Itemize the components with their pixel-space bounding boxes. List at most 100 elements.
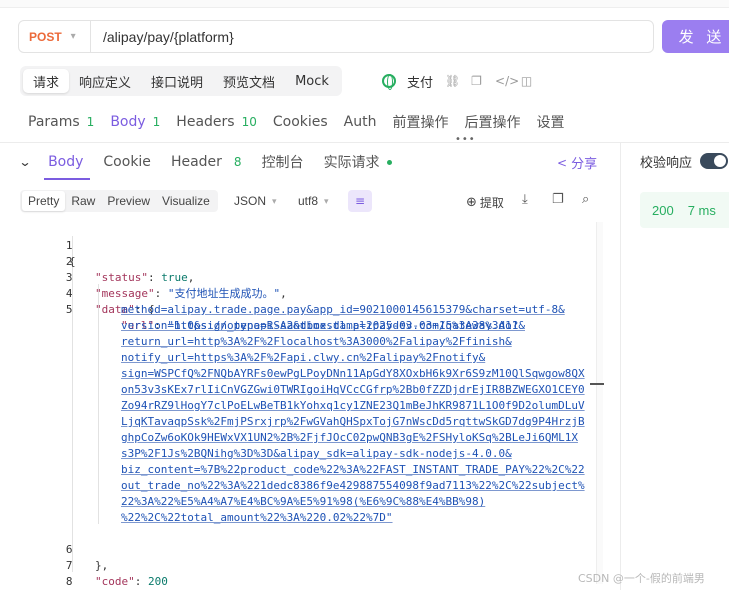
url-link[interactable]: %22%2C%22total_amount%22%3A%220.02%22%7D…	[121, 510, 393, 526]
url-link[interactable]: 22%3A%22%E5%A4%A7%E4%BC%9A%E5%91%98(%E6%…	[121, 494, 485, 510]
tab-label: 后置操作	[464, 115, 521, 131]
url-link[interactable]: version=1.0&sign_type=RSA2&timestamp=202…	[121, 318, 525, 334]
encoding-select[interactable]: utf8 ▾	[298, 194, 329, 208]
code-line: 3 "message": "支付地址生成成功。",	[20, 254, 287, 300]
url-link[interactable]: out_trade_no%22%3A%221dedc8386f9e4298875…	[121, 478, 585, 494]
wrap-lines-button[interactable]: ≡	[348, 190, 372, 212]
format-tabs: Pretty Raw Preview Visualize	[20, 190, 218, 212]
url-link[interactable]: ghpCoZw6oKOk9HEWxVX1UN2%2B%2FjfJOcC02pwQ…	[121, 430, 578, 446]
layout-icon[interactable]: ◫	[520, 74, 533, 88]
tab-response-cookie[interactable]: Cookie	[103, 154, 151, 170]
format-raw[interactable]: Raw	[65, 191, 101, 211]
indent-guide	[98, 284, 99, 524]
download-icon[interactable]: ⤓	[522, 192, 528, 207]
json-value: "支付地址生成成功。"	[167, 287, 281, 300]
line-number: 4	[65, 287, 73, 300]
json-value: 200	[148, 575, 168, 588]
validate-toggle[interactable]	[700, 153, 728, 169]
chevron-down-icon: ▾	[324, 195, 329, 206]
tab-headers[interactable]: Headers 10	[176, 114, 257, 130]
tab-settings[interactable]: 设置	[536, 112, 564, 132]
url-bar: POST ▾	[18, 20, 654, 53]
format-visualize[interactable]: Visualize	[156, 191, 216, 211]
tab-body[interactable]: Body 1	[110, 114, 160, 130]
url-link[interactable]: biz_content=%7B%22product_code%22%3A%22F…	[121, 462, 585, 478]
url-link[interactable]: sign=WSPCfQ%2FNQbAYRFs0ewPgLPoyDNn11ApGd…	[121, 366, 585, 382]
url-link[interactable]: on53v3sKEx7rlIiCnVGZGwi0TWRIgoiHqVCcCGfr…	[121, 382, 585, 398]
link-icon[interactable]: ⛓	[445, 74, 460, 88]
tab-label: Params	[28, 114, 80, 130]
tab-console[interactable]: 控制台	[262, 152, 304, 172]
line-number: 7	[65, 559, 73, 572]
format-preview[interactable]: Preview	[101, 191, 156, 211]
tab-pre-actions[interactable]: 前置操作	[392, 112, 448, 132]
tab-response-body[interactable]: Body	[48, 154, 83, 170]
validate-label: 校验响应	[640, 156, 693, 171]
tab-count: 1	[86, 115, 95, 129]
json-key: "code"	[95, 575, 135, 588]
url-link[interactable]: s3P%2F1Js%2BQNihg%3D%3D&alipay_sdk=alipa…	[121, 446, 512, 462]
tab-api-doc[interactable]: 接口说明	[141, 69, 213, 93]
tab-params[interactable]: Params 1	[28, 114, 94, 130]
json-key: "status"	[95, 271, 148, 284]
share-icon: <	[557, 155, 568, 170]
response-code-view[interactable]: 1 { 2 "status": true, 3 "message": "支付地址…	[20, 222, 604, 588]
method-select[interactable]: POST ▾	[19, 21, 91, 52]
tab-cookies[interactable]: Cookies	[273, 114, 328, 130]
response-stats: 200 7 ms	[640, 192, 729, 228]
env-label[interactable]: 支付	[407, 72, 433, 91]
code-line: 7 "code": 200	[20, 542, 168, 588]
tab-label: Header	[170, 154, 222, 170]
search-icon[interactable]: ⌕	[582, 192, 589, 207]
extract-label: 提取	[479, 196, 504, 210]
primary-tools: 支付 ⛓ ❐ </> ◫	[382, 70, 533, 92]
code-scrollbar[interactable]	[596, 222, 603, 584]
url-link[interactable]: method=alipay.trade.page.pay&app_id=9021…	[121, 302, 565, 318]
globe-icon[interactable]	[382, 74, 396, 90]
tab-label: 设置	[536, 115, 565, 131]
line-number: 2	[65, 255, 73, 268]
share-button[interactable]: < 分享	[557, 153, 597, 173]
tab-mock[interactable]: Mock	[285, 69, 339, 93]
send-button[interactable]: 发 送	[662, 20, 729, 53]
tab-label: 实际请求	[323, 155, 380, 171]
tab-actual-request[interactable]: 实际请求	[324, 152, 392, 172]
tab-response-header[interactable]: Header 8	[171, 154, 242, 170]
code-line: 8 }	[20, 558, 73, 588]
method-label: POST	[29, 29, 62, 44]
tab-post-actions[interactable]: 后置操作	[464, 112, 520, 132]
tab-preview-doc[interactable]: 预览文档	[213, 69, 285, 93]
response-tabs: ⌄ Body Cookie Header 8 控制台 实际请求	[18, 150, 620, 174]
chevron-down-icon: ▾	[70, 31, 76, 42]
code-icon[interactable]: </>	[495, 74, 519, 88]
encoding-value: utf8	[298, 194, 319, 208]
active-tab-indicator	[44, 178, 90, 180]
code-line: 6 },	[20, 526, 108, 572]
url-link[interactable]: Zo94rRZ9lHogY7clPoELwBeTB1kYohxq1cy1ZNE2…	[121, 398, 585, 414]
copy-icon[interactable]: ❐	[470, 74, 483, 88]
url-link[interactable]: notify_url=https%3A%2F%2Fapi.clwy.cn%2Fa…	[121, 350, 485, 366]
format-pretty[interactable]: Pretty	[22, 191, 66, 211]
primary-tabs: 请求 响应定义 接口说明 预览文档 Mock	[20, 66, 342, 96]
url-link[interactable]: return_url=http%3A%2F%2Flocalhost%3A3000…	[121, 334, 512, 350]
code-text: },	[95, 559, 109, 572]
tab-count: 10	[241, 115, 257, 129]
format-select[interactable]: JSON ▾	[234, 194, 277, 208]
request-tabs: Params 1 Body 1 Headers 10 Cookies Auth …	[28, 112, 580, 132]
chevron-down-icon[interactable]: ⌄	[18, 155, 31, 169]
watermark: CSDN @一个-假的前端男	[578, 572, 705, 585]
tab-label: 前置操作	[392, 115, 449, 131]
resize-handle[interactable]: •••	[455, 134, 476, 145]
tab-response-definition[interactable]: 响应定义	[69, 69, 141, 93]
json-value: true	[161, 271, 188, 284]
url-link[interactable]: LjqKTavaqpSsk%2FmjPSrxjrp%2FwGVahQHSpxTo…	[121, 414, 585, 430]
tab-request[interactable]: 请求	[23, 69, 70, 93]
status-dot	[386, 159, 392, 165]
copy-icon[interactable]: ❐	[552, 192, 564, 207]
url-input[interactable]	[91, 21, 653, 52]
code-text: "message": "支付地址生成成功。",	[95, 287, 287, 300]
line-number: 6	[65, 543, 73, 556]
tab-auth[interactable]: Auth	[344, 114, 377, 130]
extract-button[interactable]: ⊕ 提取	[466, 194, 504, 211]
line-number: 5	[65, 303, 73, 316]
